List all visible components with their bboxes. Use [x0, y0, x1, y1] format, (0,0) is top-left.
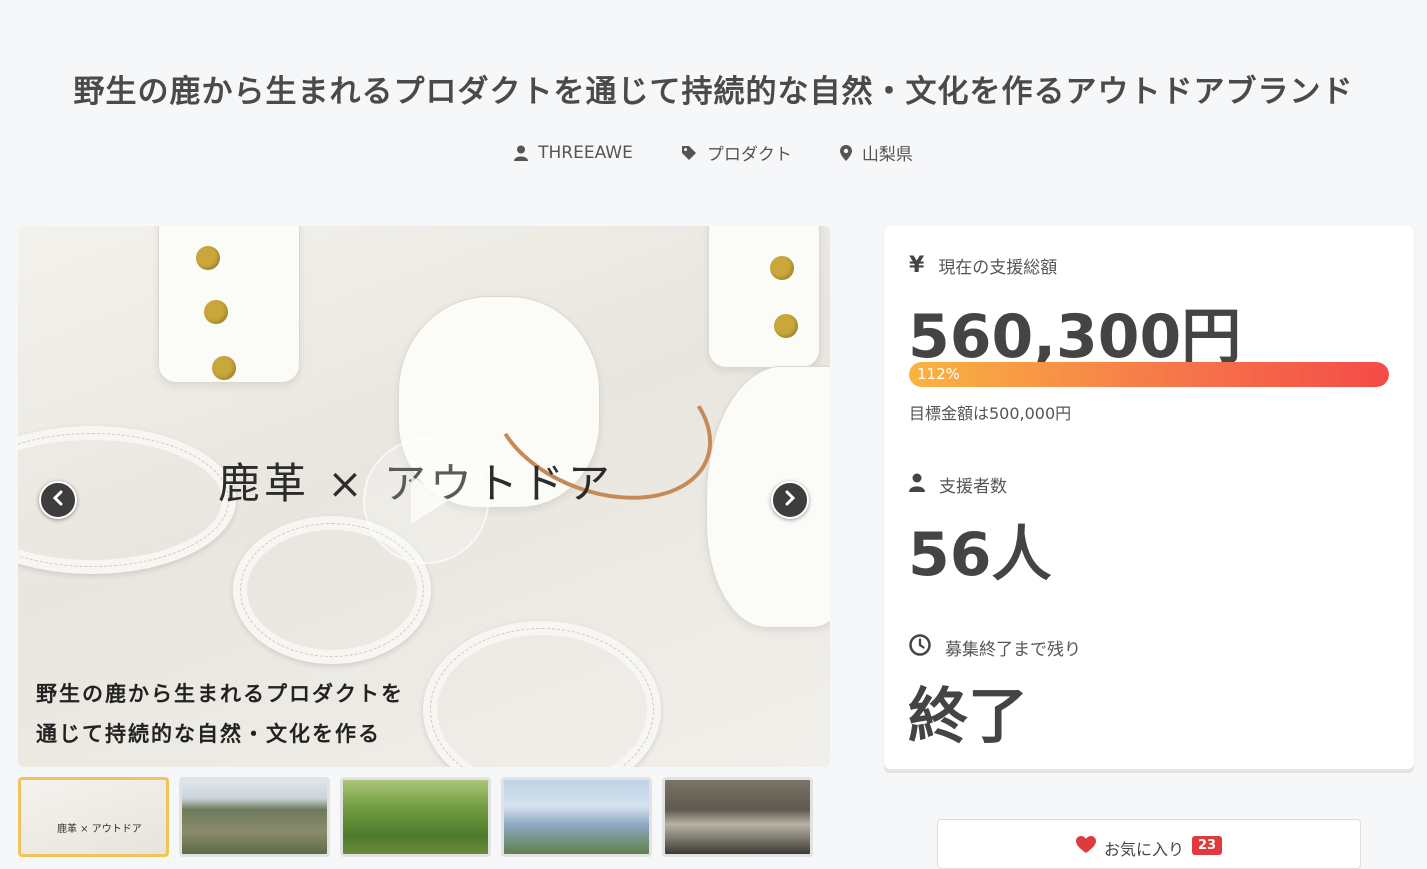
progress-fill	[909, 362, 1389, 387]
yen-icon: ¥	[909, 253, 925, 278]
clock-icon	[909, 634, 931, 661]
thumbnail-4[interactable]	[501, 777, 652, 857]
leather-pouch-right	[706, 366, 830, 628]
remaining-label: 募集終了まで残り	[909, 634, 1081, 661]
user-icon	[514, 145, 529, 161]
remaining-value: 終了	[908, 682, 1028, 752]
owner-name: THREEAWE	[538, 142, 633, 163]
previous-slide-button[interactable]	[39, 481, 77, 519]
leather-collar	[423, 621, 661, 767]
category-name: プロダクト	[706, 145, 792, 165]
category-link[interactable]: プロダクト	[681, 140, 792, 165]
location-link[interactable]: 山梨県	[839, 140, 913, 165]
owner-link[interactable]: THREEAWE	[514, 140, 633, 165]
project-title: 野生の鹿から生まれるプロダクトを通じて持続的な自然・文化を作るアウトドアブランド	[73, 74, 1354, 110]
remaining-label-text: 募集終了まで残り	[945, 640, 1081, 660]
amount-label-text: 現在の支援総額	[938, 258, 1058, 278]
location-name: 山梨県	[861, 145, 913, 165]
rivet	[770, 256, 794, 280]
funding-progress-bar: 112%	[909, 362, 1389, 387]
hero-caption: 野生の鹿から生まれるプロダクトを 通じて持続的な自然・文化を作る	[36, 674, 404, 754]
funding-stats-card: ¥ 現在の支援総額 560,300円 112% 目標金額は500,000円 支援…	[884, 226, 1414, 769]
hero-caption-line2: 通じて持続的な自然・文化を作る	[36, 721, 381, 746]
rivet	[212, 356, 236, 380]
hero-caption-line1: 野生の鹿から生まれるプロダクトを	[36, 681, 404, 706]
user-icon	[909, 473, 925, 497]
favorite-button[interactable]: お気に入り 23	[937, 819, 1361, 869]
thumbnail-strip: 鹿革 × アウトドア	[18, 777, 813, 857]
thumbnail-3[interactable]	[340, 777, 491, 857]
amount-label: ¥ 現在の支援総額	[909, 253, 1057, 278]
project-main-image[interactable]: 鹿革 × アウトドア 野生の鹿から生まれるプロダクトを 通じて持続的な自然・文化…	[18, 226, 830, 767]
thumbnail-1-text: 鹿革 × アウトドア	[57, 824, 142, 835]
supporters-label: 支援者数	[909, 472, 1007, 497]
progress-percent: 112%	[917, 365, 960, 383]
favorite-count: 23	[1191, 836, 1223, 855]
play-video-button[interactable]	[363, 438, 489, 564]
map-pin-icon	[839, 144, 852, 161]
rivet	[204, 300, 228, 324]
thumbnail-1[interactable]: 鹿革 × アウトドア	[18, 777, 169, 857]
chevron-right-icon	[783, 490, 797, 510]
rivet	[196, 246, 220, 270]
favorite-label: お気に入り	[1103, 840, 1184, 859]
rivet	[774, 314, 798, 338]
heart-icon	[1075, 836, 1096, 858]
thumbnail-2[interactable]	[179, 777, 330, 857]
tag-icon	[681, 145, 697, 161]
next-slide-button[interactable]	[771, 481, 809, 519]
supporters-value: 56人	[908, 520, 1052, 590]
leather-bottle-cover-right	[708, 226, 820, 368]
thumbnail-5[interactable]	[662, 777, 813, 857]
project-meta: THREEAWE プロダクト 山梨県	[0, 140, 1427, 165]
supporters-label-text: 支援者数	[939, 477, 1007, 497]
chevron-left-icon	[51, 490, 65, 510]
goal-amount: 目標金額は500,000円	[909, 404, 1072, 423]
